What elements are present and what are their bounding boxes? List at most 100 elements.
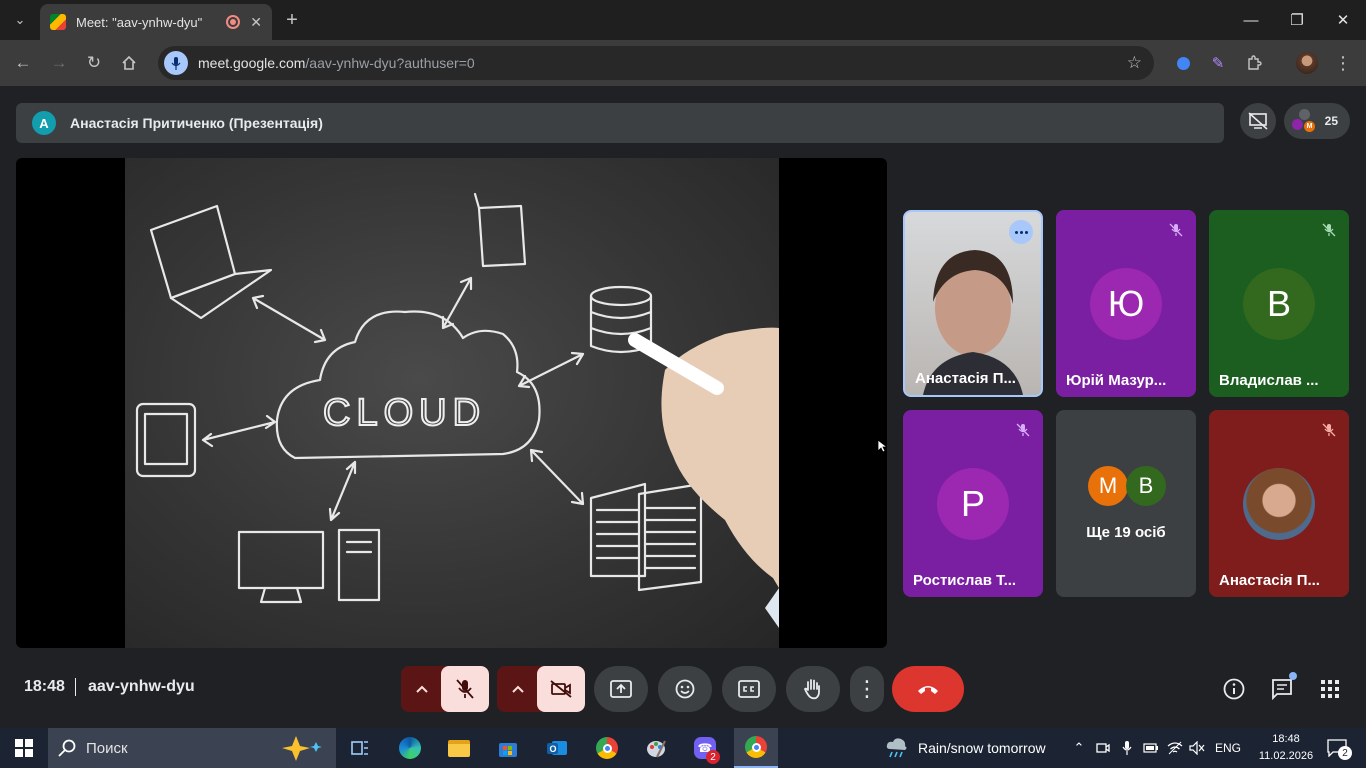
input-language[interactable]: ENG [1212,728,1244,768]
notifications-icon[interactable]: 2 [1322,728,1352,768]
mic-in-use-icon[interactable] [164,51,188,75]
tab-close-icon[interactable]: ✕ [250,14,262,31]
mouse-cursor-icon [877,439,887,453]
svg-text:O: O [550,744,557,754]
wifi-icon[interactable] [1164,728,1186,768]
muted-mic-icon [1317,418,1341,442]
system-date: 11.02.2026 [1258,750,1314,762]
chat-icon[interactable] [1267,672,1297,704]
system-clock[interactable]: 18:48 11.02.2026 [1258,731,1314,765]
minimize-button[interactable]: — [1228,0,1274,40]
back-button[interactable]: ← [8,48,38,78]
show-hidden-icons-chevron[interactable]: ⌃ [1068,728,1090,768]
participant-avatars: М [1292,109,1318,133]
camera-in-use-icon[interactable] [1092,728,1114,768]
chrome-meet-active-app-icon[interactable] [734,728,778,768]
outlook-app-icon[interactable]: O [537,732,577,764]
presenter-label: Анастасія Притиченко (Презентація) [70,115,323,131]
cloud-diagram: CLOUD [135,192,779,628]
tile-more-options-icon[interactable] [1009,220,1033,244]
mini-avatar [1292,119,1303,130]
present-screen-button[interactable] [594,666,648,712]
browser-toolbar: ← → ↻ meet.google.com/aav-ynhw-dyu?authu… [0,40,1366,86]
mini-avatar: М [1304,121,1315,132]
extension-blue-dot-icon[interactable] [1172,52,1194,74]
mic-toggle-button[interactable] [441,666,489,712]
file-explorer-app-icon[interactable] [439,732,479,764]
video-options-chevron-icon[interactable] [497,666,539,712]
restore-button[interactable]: ❐ [1274,0,1320,40]
start-button[interactable] [4,732,44,764]
tab-search-chevron-icon[interactable]: ⌄ [8,8,32,32]
participant-avatar: Р [937,468,1009,540]
participant-name: Анастасія П... [1219,572,1320,589]
notification-count: 2 [1338,746,1352,760]
camera-control-group [497,666,585,712]
people-button[interactable]: М 25 [1284,103,1350,139]
divider [75,678,76,696]
meeting-details-icon[interactable] [1219,674,1249,704]
muted-mic-icon [1317,218,1341,242]
close-window-button[interactable]: ✕ [1320,0,1366,40]
participant-tile-4[interactable]: Р Ростислав Т... [903,410,1043,597]
participant-tile-2[interactable]: Ю Юрій Мазур... [1056,210,1196,397]
presenter-avatar: A [32,111,56,135]
recording-indicator-icon [226,15,241,29]
taskbar-search-box[interactable]: Поиск [48,728,336,768]
address-bar[interactable]: meet.google.com/aav-ynhw-dyu?authuser=0 … [158,46,1154,80]
search-highlight-sparkle-icon [282,736,322,761]
profile-avatar[interactable] [1296,52,1318,74]
others-avatar: В [1126,466,1166,506]
home-button[interactable] [114,48,144,78]
reload-button[interactable]: ↻ [79,48,109,78]
presentation-bar: A Анастасія Притиченко (Презентація) [16,103,1224,143]
leave-call-button[interactable] [892,666,964,712]
participant-count: 25 [1324,114,1338,128]
tab-title: Meet: "aav-ynhw-dyu" [76,14,203,30]
chrome-app-icon[interactable] [587,732,627,764]
more-options-button[interactable]: ⋮ [850,666,884,712]
system-time: 18:48 [1272,733,1300,745]
camera-toggle-button[interactable] [537,666,585,712]
rain-snow-icon [886,738,907,758]
participant-tile-1[interactable]: Анастасія П... [903,210,1043,397]
reactions-button[interactable] [658,666,712,712]
forward-button[interactable]: → [44,48,74,78]
edge-app-icon[interactable] [390,732,430,764]
extensions-puzzle-icon[interactable] [1243,52,1265,74]
participant-name: Юрій Мазур... [1066,372,1167,389]
extension-pen-icon[interactable]: ✎ [1207,52,1229,74]
participant-tile-6[interactable]: Анастасія П... [1209,410,1349,597]
browser-tab-meet[interactable]: Meet: "aav-ynhw-dyu" ✕ [40,4,272,40]
participant-tile-3[interactable]: В Владислав ... [1209,210,1349,397]
browser-tab-bar: ⌄ Meet: "aav-ynhw-dyu" ✕ + — ❐ ✕ [0,0,1366,40]
activities-grid-icon[interactable] [1315,674,1345,704]
battery-icon[interactable] [1140,728,1162,768]
presentation-stage[interactable]: CLOUD [16,158,887,648]
search-icon [58,739,76,757]
mic-in-use-tray-icon[interactable] [1116,728,1138,768]
url-text[interactable]: meet.google.com/aav-ynhw-dyu?authuser=0 [198,55,475,71]
hide-presentation-button[interactable] [1240,103,1276,139]
audio-options-chevron-icon[interactable] [401,666,443,712]
captions-button[interactable] [722,666,776,712]
presentation-slide: CLOUD [125,158,779,648]
raise-hand-button[interactable] [786,666,840,712]
new-tab-button[interactable]: + [280,8,304,32]
viber-app-icon[interactable]: ☎ 2 [685,732,725,764]
paint-app-icon[interactable] [636,732,676,764]
task-view-icon[interactable] [340,732,380,764]
volume-muted-icon[interactable] [1186,728,1208,768]
others-tile[interactable]: М В Ще 19 осіб [1056,410,1196,597]
weather-widget[interactable]: Rain/snow tomorrow [884,728,1046,768]
others-avatar: М [1088,466,1128,506]
viber-badge: 2 [706,750,720,764]
participant-avatar: Ю [1090,268,1162,340]
shirt-cuff [765,588,779,628]
browser-menu-icon[interactable]: ⋮ [1332,52,1354,74]
others-label: Ще 19 осіб [1086,524,1166,541]
mic-control-group [401,666,489,712]
participant-name: Ростислав Т... [913,572,1017,589]
store-app-icon[interactable] [488,732,528,764]
bookmark-star-icon[interactable]: ☆ [1127,53,1142,73]
